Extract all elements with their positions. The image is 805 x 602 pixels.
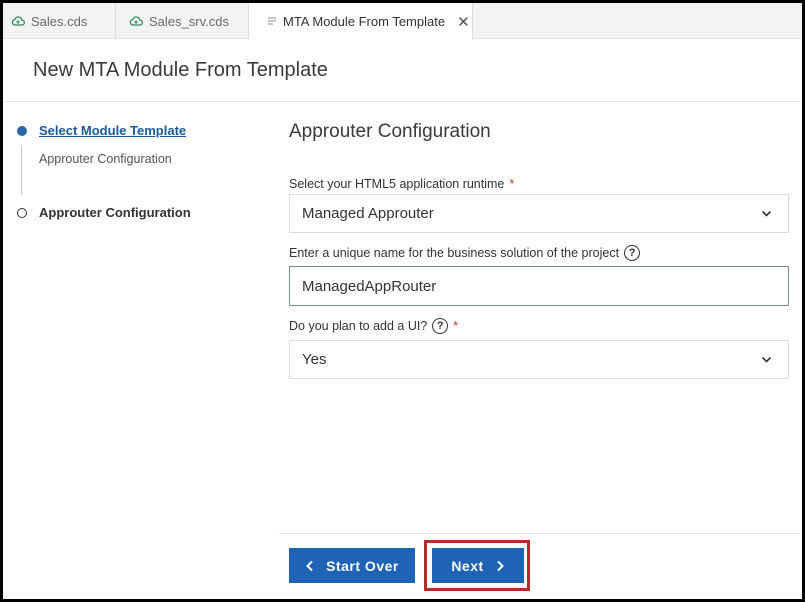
step-select-module-template[interactable]: Select Module Template [39,123,186,138]
tab-label: Sales.cds [31,13,88,29]
start-over-button[interactable]: Start Over [289,548,415,583]
runtime-field-label: Select your HTML5 application runtime * [289,177,514,191]
help-icon[interactable]: ? [624,245,641,261]
step-indicator-idle [17,208,27,218]
tab-label: MTA Module From Template [283,14,446,29]
tab-mta-module-from-template[interactable]: MTA Module From Template ✕ [249,3,473,40]
required-marker: * [453,319,459,333]
chevron-down-icon [761,210,772,217]
chevron-right-icon [496,560,504,571]
tab-sales-cds[interactable]: Sales.cds [3,3,116,39]
cloud-file-icon [129,16,143,26]
ui-field-label: Do you plan to add a UI? ? * [289,318,458,334]
step-substep-label: Approuter Configuration [39,152,172,166]
select-value: Yes [302,351,327,368]
select-value: Managed Approuter [302,205,434,222]
button-label: Start Over [326,557,399,574]
tab-label: Sales_srv.cds [149,13,229,29]
divider [3,101,802,102]
document-icon [268,16,276,25]
close-icon[interactable]: ✕ [457,13,470,31]
tab-sales-srv-cds[interactable]: Sales_srv.cds [116,3,249,39]
page-title: New MTA Module From Template [33,59,328,81]
step-indicator-active [17,126,27,136]
runtime-select[interactable]: Managed Approuter [289,194,789,233]
required-marker: * [509,177,515,191]
cloud-file-icon [11,16,25,26]
business-name-input[interactable] [289,266,789,306]
step-approuter-configuration: Approuter Configuration [39,205,191,220]
chevron-down-icon [761,356,772,363]
chevron-left-icon [306,560,313,571]
add-ui-select[interactable]: Yes [289,340,789,379]
next-button[interactable]: Next [432,548,524,583]
label-text: Do you plan to add a UI? [289,319,428,333]
help-icon[interactable]: ? [432,318,449,334]
button-label: Next [451,557,484,574]
form-title: Approuter Configuration [289,121,491,142]
editor-tab-bar: Sales.cds Sales_srv.cds MTA Module From … [3,3,802,40]
label-text: Enter a unique name for the business sol… [289,246,620,260]
label-text: Select your HTML5 application runtime [289,177,505,191]
business-name-field-label: Enter a unique name for the business sol… [289,245,641,261]
step-connector [21,145,22,195]
app-window: Sales.cds Sales_srv.cds MTA Module From … [3,3,802,599]
footer-divider [279,533,802,534]
